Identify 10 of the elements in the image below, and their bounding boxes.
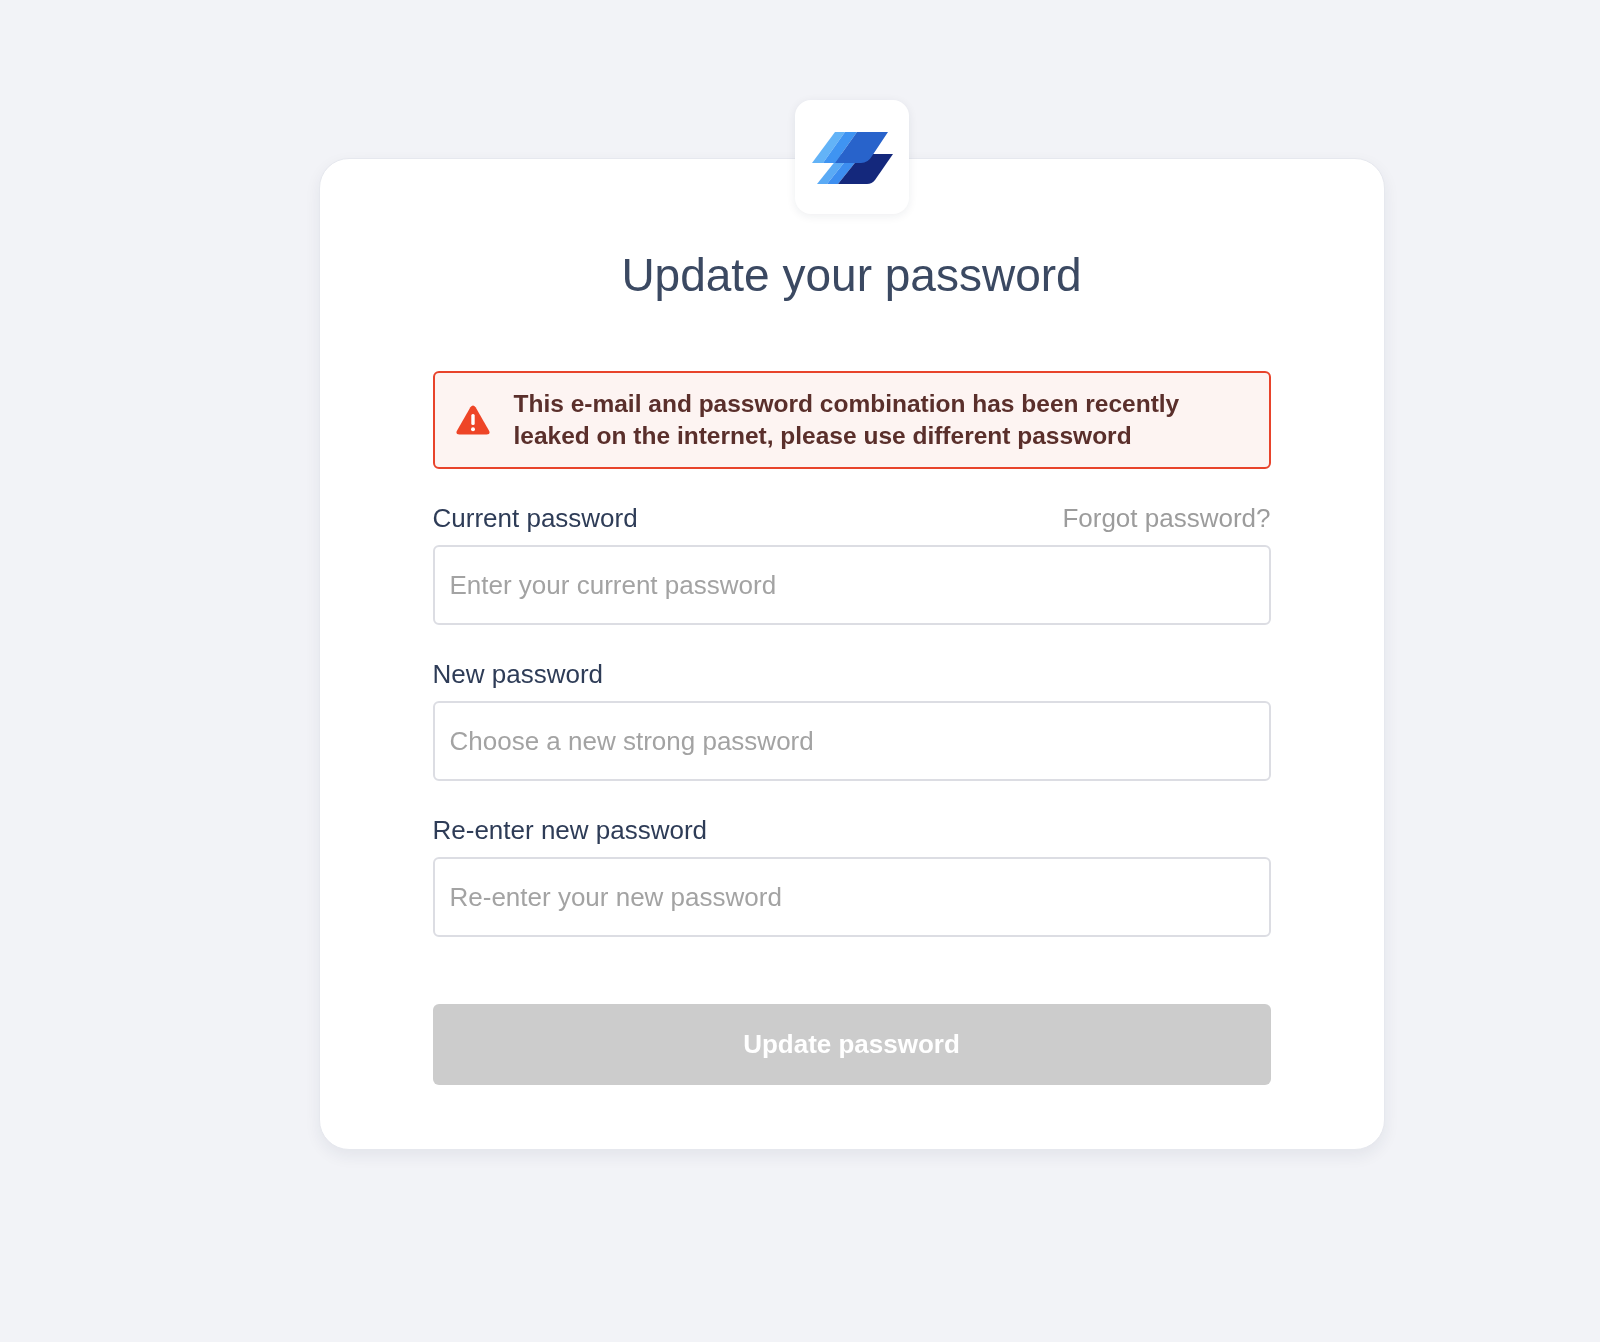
field-label: New password	[432, 658, 603, 690]
field-label: Re-enter new password	[432, 814, 708, 846]
password-field[interactable]: Enter your current password	[432, 545, 1271, 625]
page-title: Update your password	[620, 248, 1083, 303]
password-field[interactable]: Choose a new strong password	[432, 701, 1271, 781]
alert-message: This e-mail and password combination has been recently leaked on the internet, please use different password	[513, 389, 1181, 451]
password-field[interactable]: Re-enter your new password	[432, 857, 1271, 937]
warning-icon	[455, 405, 490, 435]
field-label: Current password	[432, 502, 638, 534]
forgot-password-link[interactable]: Forgot password?	[1062, 502, 1271, 534]
